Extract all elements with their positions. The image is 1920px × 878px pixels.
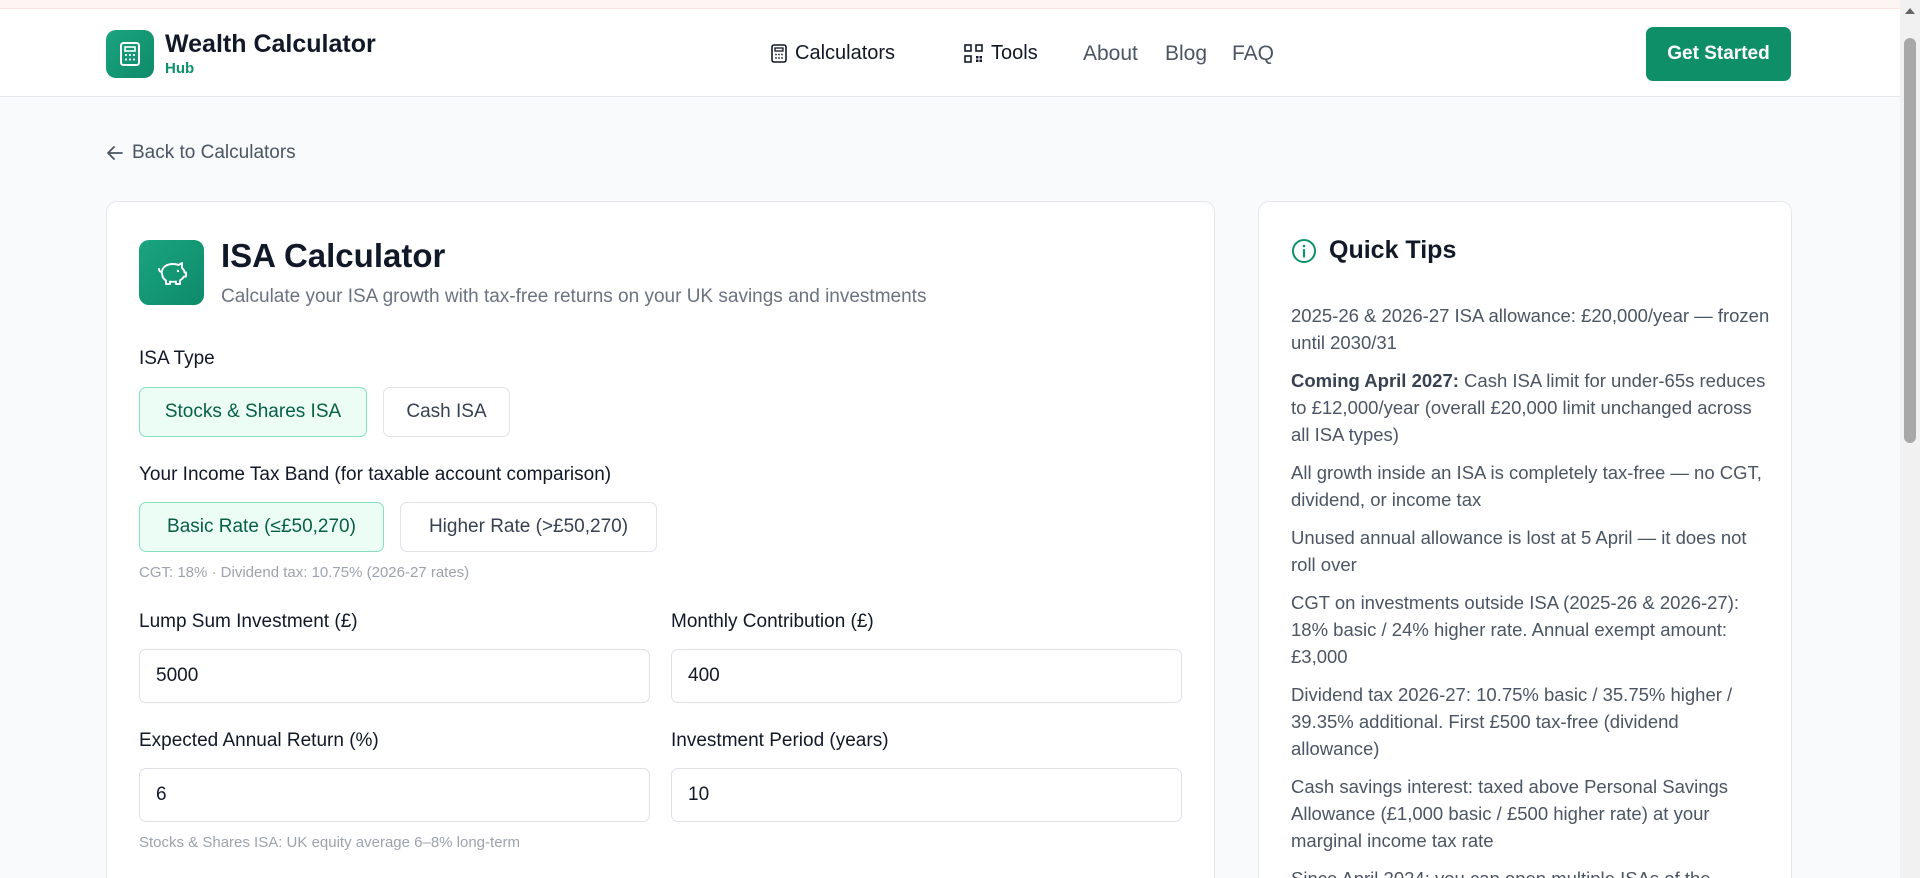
brand-title: Wealth Calculator xyxy=(165,30,376,58)
quick-tips-title: Quick Tips xyxy=(1329,236,1457,264)
nav-faq[interactable]: FAQ xyxy=(1232,42,1274,66)
annual-return-input[interactable]: 6 xyxy=(139,768,650,822)
arrow-left-icon xyxy=(107,146,123,160)
tip-item: Coming April 2027: Cash ISA limit for un… xyxy=(1291,370,1766,445)
investment-period-input[interactable]: 10 xyxy=(671,768,1182,822)
tip-item: Dividend tax 2026-27: 10.75% basic / 35.… xyxy=(1291,684,1733,759)
page-title: ISA Calculator xyxy=(221,237,446,274)
nav-calculators-label: Calculators xyxy=(795,42,896,64)
tax-band-basic-button[interactable]: Basic Rate (≤£50,270) xyxy=(139,502,384,552)
isa-type-cash-button[interactable]: Cash ISA xyxy=(383,387,510,437)
brand-subtitle: Hub xyxy=(165,60,195,77)
monthly-contribution-input[interactable]: 400 xyxy=(671,649,1182,703)
back-to-calculators-link[interactable]: Back to Calculators xyxy=(106,142,296,164)
tip-item: Unused annual allowance is lost at 5 Apr… xyxy=(1291,527,1747,575)
back-link-label: Back to Calculators xyxy=(132,142,296,163)
nav-tools-label: Tools xyxy=(991,42,1038,64)
monthly-contribution-label: Monthly Contribution (£) xyxy=(671,611,874,632)
tip-item: Since April 2024: you can open multiple … xyxy=(1291,865,1771,878)
qr-code-icon xyxy=(964,44,983,63)
scrollbar-thumb[interactable] xyxy=(1904,38,1916,443)
nav-tools[interactable]: Tools xyxy=(964,42,1038,65)
investment-period-label: Investment Period (years) xyxy=(671,730,889,751)
quick-tips-list: 2025-26 & 2026-27 ISA allowance: £20,000… xyxy=(1291,302,1771,878)
isa-type-stocks-shares-button[interactable]: Stocks & Shares ISA xyxy=(139,387,367,437)
calculator-icon xyxy=(106,30,154,78)
info-icon xyxy=(1292,238,1316,263)
nav-faq-label: FAQ xyxy=(1232,42,1275,65)
nav-blog[interactable]: Blog xyxy=(1165,42,1207,66)
quick-tips-card: Quick Tips 2025-26 & 2026-27 ISA allowan… xyxy=(1258,201,1792,878)
quick-tips-header: Quick Tips xyxy=(1291,236,1456,265)
nav-calculators[interactable]: Calculators xyxy=(771,42,895,65)
tip-item: CGT on investments outside ISA (2025-26 … xyxy=(1291,592,1740,667)
tip-item: Cash savings interest: taxed above Perso… xyxy=(1291,776,1729,851)
annual-return-label: Expected Annual Return (%) xyxy=(139,730,379,751)
lump-sum-label: Lump Sum Investment (£) xyxy=(139,611,358,632)
return-note: Stocks & Shares ISA: UK equity average 6… xyxy=(139,834,521,851)
top-accent-bar xyxy=(0,0,1900,9)
isa-type-label: ISA Type xyxy=(139,348,215,369)
tax-band-higher-button[interactable]: Higher Rate (>£50,270) xyxy=(400,502,657,552)
site-header: Wealth Calculator Hub Calculators Tools … xyxy=(0,9,1900,97)
get-started-button[interactable]: Get Started xyxy=(1646,27,1791,81)
tax-band-note: CGT: 18% · Dividend tax: 10.75% (2026-27… xyxy=(139,564,470,581)
scroll-up-arrow-icon[interactable] xyxy=(1905,8,1915,14)
tip-item: 2025-26 & 2026-27 ISA allowance: £20,000… xyxy=(1291,305,1770,353)
page-scrollbar[interactable] xyxy=(1900,0,1920,878)
tax-band-label: Your Income Tax Band (for taxable accoun… xyxy=(139,464,612,485)
nav-about-label: About xyxy=(1083,42,1138,65)
calculator-icon xyxy=(771,44,787,63)
piggy-bank-icon xyxy=(139,240,204,305)
nav-blog-label: Blog xyxy=(1165,42,1208,65)
nav-about[interactable]: About xyxy=(1083,42,1138,66)
isa-calculator-card: ISA Calculator Calculate your ISA growth… xyxy=(106,201,1215,878)
brand-logo[interactable]: Wealth Calculator Hub xyxy=(106,30,376,78)
page-subtitle: Calculate your ISA growth with tax-free … xyxy=(221,286,927,307)
lump-sum-input[interactable]: 5000 xyxy=(139,649,650,703)
tip-item: All growth inside an ISA is completely t… xyxy=(1291,462,1762,510)
